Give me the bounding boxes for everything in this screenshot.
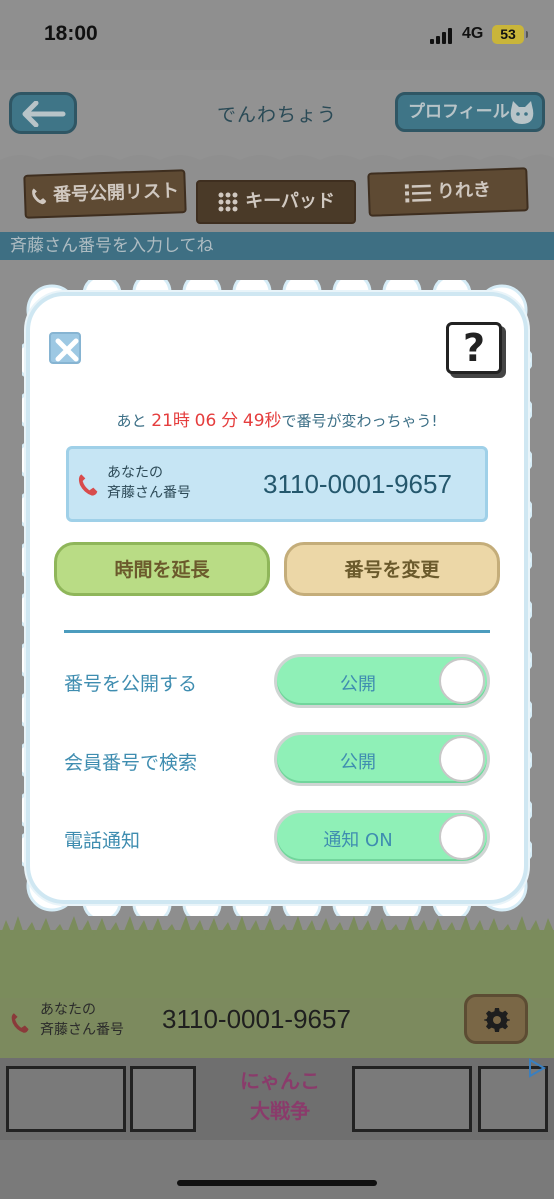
tab-bar: 番号公開リスト キーパッド りれき xyxy=(0,160,554,232)
toggle-publish-number[interactable]: 公開 xyxy=(274,654,490,708)
my-number-label-line1: あなたの xyxy=(40,1002,96,1018)
cat-icon xyxy=(510,101,534,124)
extend-time-button[interactable]: 時間を延長 xyxy=(54,542,270,596)
setting-label-publish-number: 番号を公開する xyxy=(64,673,198,695)
toggle-text: 通知 ON xyxy=(323,830,393,851)
gear-icon xyxy=(484,1008,510,1032)
ad-banner[interactable]: にゃんこ 大戦争 xyxy=(0,1058,554,1140)
input-prompt: 斉藤さん番号を入力してね xyxy=(0,232,554,260)
number-settings-modal: ? あと 21時 06 分 49秒で番号が変わっちゃう! あなたの 斉藤さん番号… xyxy=(30,296,524,900)
network-label: 4G xyxy=(462,25,484,42)
card-label: あなたの 斉藤さん番号 xyxy=(107,463,191,503)
toggle-text: 公開 xyxy=(340,752,376,773)
phone-icon xyxy=(11,1013,29,1033)
list-icon xyxy=(404,184,432,203)
divider xyxy=(64,630,490,633)
tab-public-list[interactable]: 番号公開リスト xyxy=(23,169,187,219)
my-number-label-line2: 斉藤さん番号 xyxy=(40,1022,124,1038)
countdown-minutes: 06 xyxy=(194,411,217,431)
signal-icon xyxy=(430,28,456,44)
ad-cat-image xyxy=(352,1066,472,1132)
phone-icon xyxy=(32,188,47,205)
ad-info-icon[interactable] xyxy=(526,1058,546,1078)
my-number-bar: あなたの 斉藤さん番号 3110-0001-9657 xyxy=(0,994,554,1058)
phone-icon xyxy=(78,474,98,496)
profile-label: プロフィール xyxy=(408,102,510,122)
tab-public-list-label: 番号公開リスト xyxy=(52,180,180,206)
toggle-text: 公開 xyxy=(340,674,376,695)
profile-button[interactable]: プロフィール xyxy=(395,92,545,132)
countdown-hours-unit: 時 xyxy=(172,411,190,431)
tab-history-label: りれき xyxy=(436,179,492,203)
grass-decoration xyxy=(0,916,554,1000)
countdown-seconds-unit: 秒 xyxy=(264,411,282,431)
tab-keypad[interactable]: キーパッド xyxy=(196,180,356,224)
countdown-seconds: 49 xyxy=(242,411,265,431)
home-indicator[interactable] xyxy=(177,1180,377,1186)
ad-title-line2: 大戦争 xyxy=(250,1099,310,1123)
header: でんわちょう プロフィール xyxy=(0,70,554,160)
status-bar: 18:00 4G 53 xyxy=(0,0,554,70)
help-button[interactable]: ? xyxy=(446,322,502,374)
toggle-knob xyxy=(439,814,485,860)
card-label-line1: あなたの xyxy=(107,465,163,481)
toggle-member-search[interactable]: 公開 xyxy=(274,732,490,786)
battery-icon: 53 xyxy=(492,25,528,44)
my-number-value: 3110-0001-9657 xyxy=(162,1004,351,1034)
ad-title-line1: にゃんこ xyxy=(240,1069,320,1093)
card-label-line2: 斉藤さん番号 xyxy=(107,485,191,501)
card-number: 3110-0001-9657 xyxy=(263,469,452,499)
ad-cat-image xyxy=(6,1066,126,1132)
change-number-button[interactable]: 番号を変更 xyxy=(284,542,500,596)
close-icon xyxy=(55,338,79,362)
countdown-hours: 21 xyxy=(151,411,173,431)
countdown-text: あと 21時 06 分 49秒で番号が変わっちゃう! xyxy=(30,406,524,431)
settings-button[interactable] xyxy=(464,994,528,1044)
countdown-suffix: で番号が変わっちゃう! xyxy=(281,412,438,430)
tab-history[interactable]: りれき xyxy=(367,167,529,217)
status-time: 18:00 xyxy=(44,22,98,45)
setting-label-member-search: 会員番号で検索 xyxy=(64,752,198,774)
ad-cat-image xyxy=(130,1066,196,1132)
toggle-knob xyxy=(439,736,485,782)
my-number-label: あなたの 斉藤さん番号 xyxy=(40,1000,124,1040)
setting-label-call-notification: 電話通知 xyxy=(64,830,141,852)
home-area xyxy=(0,1140,554,1199)
tab-keypad-label: キーパッド xyxy=(245,191,335,212)
countdown-prefix: あと xyxy=(116,412,147,430)
ad-title: にゃんこ 大戦争 xyxy=(210,1066,350,1132)
toggle-call-notification[interactable]: 通知 ON xyxy=(274,810,490,864)
keypad-icon xyxy=(218,192,238,212)
countdown-minutes-unit: 分 xyxy=(221,411,239,431)
my-number-card: あなたの 斉藤さん番号 3110-0001-9657 xyxy=(66,446,488,522)
toggle-knob xyxy=(439,658,485,704)
close-button[interactable] xyxy=(49,332,81,364)
